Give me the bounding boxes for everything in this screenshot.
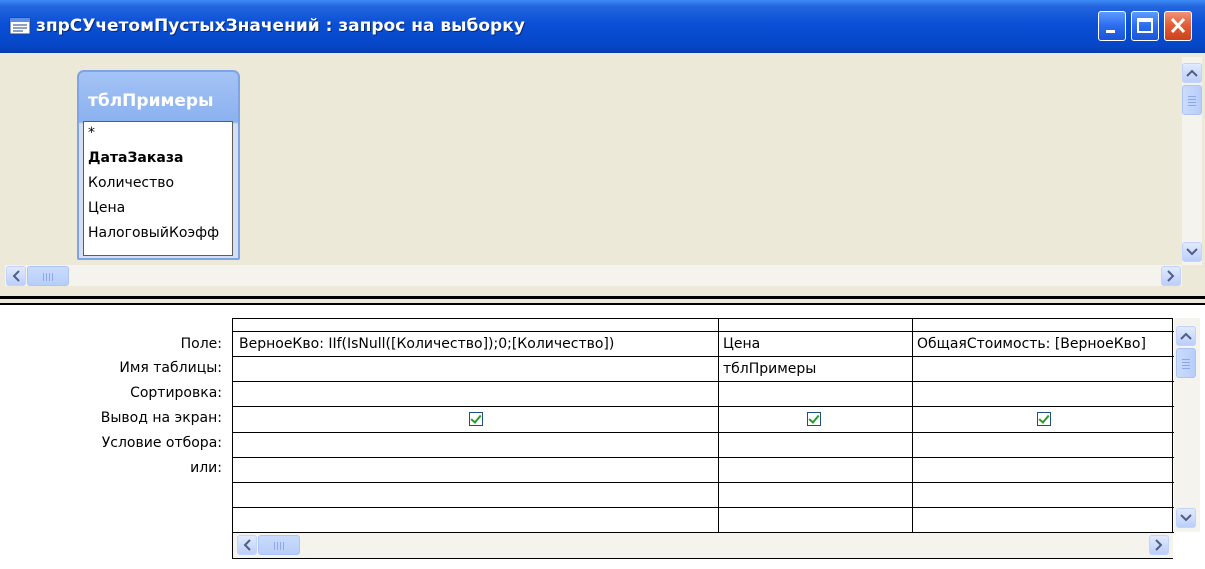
scroll-down-button[interactable] [1176,508,1196,528]
scroll-right-button[interactable] [1149,535,1169,555]
minimize-button[interactable] [1098,11,1126,41]
scroll-thumb[interactable] [258,535,300,555]
chevron-left-icon [243,539,251,551]
query-icon [9,17,31,35]
minimize-icon [1106,30,1115,33]
scroll-down-button[interactable] [1182,242,1202,262]
field-item-all[interactable]: * [88,122,95,146]
row-label-or: или: [190,460,222,476]
field-item-price[interactable]: Цена [88,196,125,221]
chevron-right-icon [1167,270,1175,282]
maximize-button[interactable] [1131,11,1159,41]
row-label-field: Поле: [180,336,222,352]
chevron-down-icon [1180,514,1192,522]
scroll-up-button[interactable] [1182,63,1202,83]
show-checkbox[interactable] [469,412,483,426]
scroll-up-button[interactable] [1176,326,1196,346]
row-label-show: Вывод на экран: [100,410,222,426]
scroll-thumb[interactable] [27,266,69,286]
table-cell[interactable]: тблПримеры [723,358,909,380]
row-label-criteria: Условие отбора: [101,435,222,451]
table-cell[interactable] [239,358,715,380]
chevron-up-icon [1180,332,1192,340]
design-horizontal-scrollbar[interactable] [5,265,1182,286]
row-label-table: Имя таблицы: [119,360,222,376]
scroll-thumb[interactable] [1176,348,1196,378]
field-item-order-date[interactable]: ДатаЗаказа [88,146,183,171]
close-icon [1170,17,1186,34]
scroll-right-button[interactable] [1161,266,1181,286]
scroll-left-button[interactable] [237,535,257,555]
grid-line [233,331,1174,332]
field-item-quantity[interactable]: Количество [88,171,174,196]
maximize-icon [1137,18,1153,33]
row-label-sort: Сортировка: [130,385,222,401]
field-item-tax-rate[interactable]: НалоговыйКоэфф [88,221,219,246]
table-caption[interactable]: тблПримеры [88,88,238,114]
chevron-up-icon [1186,69,1198,77]
close-button[interactable] [1164,11,1192,41]
window-title: зпрСУчетомПустыхЗначений : запрос на выб… [36,16,525,36]
field-cell[interactable]: ОбщаяСтоимость: [ВерноеКво] [917,333,1171,355]
field-cell[interactable]: ВерноеКво: IIf(IsNull([Количество]);0;[К… [239,333,715,355]
chevron-right-icon [1155,539,1163,551]
table-cell[interactable] [917,358,1171,380]
field-cell[interactable]: Цена [723,333,909,355]
chevron-down-icon [1186,248,1198,256]
chevron-left-icon [12,270,20,282]
scroll-left-button[interactable] [6,266,26,286]
show-checkbox[interactable] [807,412,821,426]
design-vertical-scrollbar[interactable] [1182,57,1202,265]
query-design-grid[interactable]: ВерноеКво: IIf(IsNull([Количество]);0;[К… [232,318,1174,559]
grid-horizontal-scrollbar[interactable] [233,533,1173,558]
field-list[interactable]: * ДатаЗаказа Количество Цена НалоговыйКо… [83,121,233,256]
show-checkbox[interactable] [1037,412,1051,426]
scroll-thumb[interactable] [1182,85,1202,115]
grid-vertical-scrollbar[interactable] [1174,318,1200,532]
splitter-border [0,296,1205,299]
